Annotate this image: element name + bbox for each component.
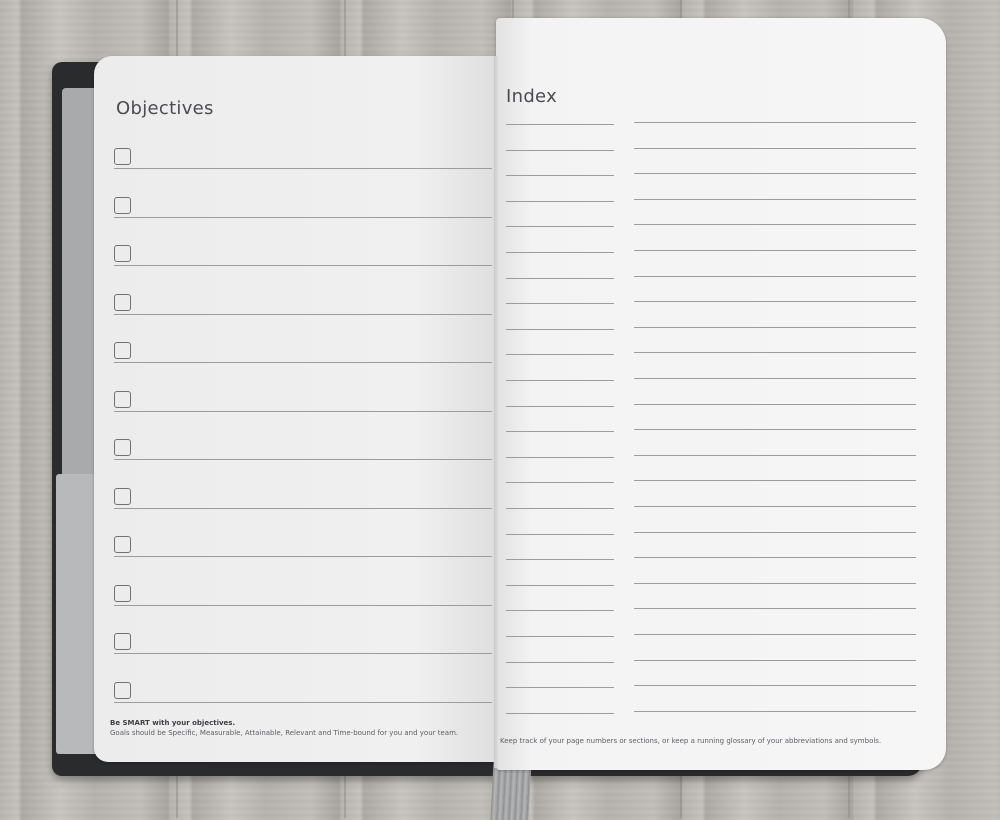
index-entry-line[interactable] xyxy=(634,429,916,431)
index-page-number-line[interactable] xyxy=(506,149,614,151)
index-page-number-line[interactable] xyxy=(506,712,614,714)
objective-write-line[interactable] xyxy=(114,459,492,460)
index-page-number-line[interactable] xyxy=(506,508,614,509)
page-gutter xyxy=(494,56,500,768)
objective-checkbox[interactable] xyxy=(114,196,131,214)
objective-write-line[interactable] xyxy=(114,313,492,315)
index-entry-line[interactable] xyxy=(634,224,916,226)
index-page-number-line[interactable] xyxy=(506,124,614,125)
objective-write-line[interactable] xyxy=(114,168,492,169)
index-footer: Keep track of your page numbers or secti… xyxy=(500,737,882,745)
index-entry-line[interactable] xyxy=(634,582,916,584)
objective-checkbox[interactable] xyxy=(114,342,131,359)
index-page-number-line[interactable] xyxy=(506,661,614,663)
objective-write-line[interactable] xyxy=(114,216,492,218)
index-page-number-line[interactable] xyxy=(506,584,614,586)
index-page-number-line[interactable] xyxy=(506,636,614,637)
objective-row xyxy=(112,584,492,633)
index-entry-line[interactable] xyxy=(634,326,916,328)
index-page-number-line[interactable] xyxy=(506,226,614,228)
index-entry-line[interactable] xyxy=(634,198,916,200)
index-entry-line[interactable] xyxy=(634,403,916,405)
objective-row xyxy=(112,196,492,245)
objectives-footer-text: Goals should be Specific, Measurable, At… xyxy=(110,729,459,737)
objective-checkbox[interactable] xyxy=(114,584,131,602)
objectives-page: Objectives Be SMART with your objectives… xyxy=(94,56,498,762)
index-page-number-line[interactable] xyxy=(506,252,614,253)
objective-checkbox[interactable] xyxy=(114,681,131,699)
objective-row xyxy=(112,293,492,342)
objective-checkbox[interactable] xyxy=(114,633,131,650)
index-entry-line[interactable] xyxy=(634,557,916,559)
objective-checkbox[interactable] xyxy=(114,536,131,553)
objective-write-line[interactable] xyxy=(114,653,492,654)
index-page-number-line[interactable] xyxy=(506,405,614,407)
objective-checkbox[interactable] xyxy=(114,148,131,165)
objective-checkbox[interactable] xyxy=(114,293,131,311)
objective-write-line[interactable] xyxy=(114,507,492,509)
index-entry-line[interactable] xyxy=(634,301,916,303)
index-entry-line[interactable] xyxy=(634,710,916,712)
objective-write-line[interactable] xyxy=(114,604,492,606)
index-page-number-line[interactable] xyxy=(506,200,614,202)
index-page: Index Keep track of your page numbers or… xyxy=(496,18,946,770)
index-page-number-line[interactable] xyxy=(506,687,614,689)
index-page-number-line[interactable] xyxy=(506,328,614,330)
index-page-number-line[interactable] xyxy=(506,303,614,305)
objective-write-line[interactable] xyxy=(114,362,492,363)
objective-row xyxy=(112,390,492,439)
objective-checkbox[interactable] xyxy=(114,487,131,505)
objectives-title: Objectives xyxy=(116,98,214,119)
objective-row xyxy=(112,487,492,536)
index-entry-line[interactable] xyxy=(634,506,916,507)
index-page-number-line[interactable] xyxy=(506,456,614,458)
objective-write-line[interactable] xyxy=(114,556,492,557)
objective-row xyxy=(112,245,492,293)
objectives-footer-heading: Be SMART with your objectives. xyxy=(110,719,236,727)
index-entry-line[interactable] xyxy=(634,250,916,251)
index-entry-line[interactable] xyxy=(634,480,916,482)
index-entry-line[interactable] xyxy=(634,122,916,123)
index-entry-line[interactable] xyxy=(634,454,916,456)
index-entry-line[interactable] xyxy=(634,685,916,687)
objective-checkbox[interactable] xyxy=(114,245,131,262)
objective-row xyxy=(112,633,492,681)
objective-checkbox[interactable] xyxy=(114,390,131,408)
index-entry-line[interactable] xyxy=(634,378,916,379)
objectives-footer: Be SMART with your objectives. Goals sho… xyxy=(110,718,490,738)
index-title: Index xyxy=(506,86,558,107)
index-entry-line[interactable] xyxy=(634,659,916,661)
objective-checkbox[interactable] xyxy=(114,439,131,456)
objective-row xyxy=(112,439,492,487)
index-entry-line[interactable] xyxy=(634,634,916,635)
index-page-number-line[interactable] xyxy=(506,431,614,433)
index-page-number-line[interactable] xyxy=(506,380,614,381)
objective-write-line[interactable] xyxy=(114,265,492,266)
objective-write-line[interactable] xyxy=(114,410,492,412)
index-page-number-line[interactable] xyxy=(506,610,614,612)
index-page-number-line[interactable] xyxy=(506,559,614,561)
objective-row xyxy=(112,342,492,390)
index-entry-line[interactable] xyxy=(634,147,916,149)
index-page-number-line[interactable] xyxy=(506,533,614,535)
index-entry-line[interactable] xyxy=(634,352,916,354)
index-page-number-line[interactable] xyxy=(506,354,614,356)
index-page-number-line[interactable] xyxy=(506,482,614,484)
index-entry-line[interactable] xyxy=(634,608,916,610)
objective-row xyxy=(112,536,492,584)
index-page-number-line[interactable] xyxy=(506,175,614,177)
objective-write-line[interactable] xyxy=(114,701,492,703)
index-entry-line[interactable] xyxy=(634,173,916,175)
objective-row xyxy=(112,148,492,196)
index-entry-line[interactable] xyxy=(634,275,916,277)
index-entry-line[interactable] xyxy=(634,531,916,533)
index-page-number-line[interactable] xyxy=(506,277,614,279)
